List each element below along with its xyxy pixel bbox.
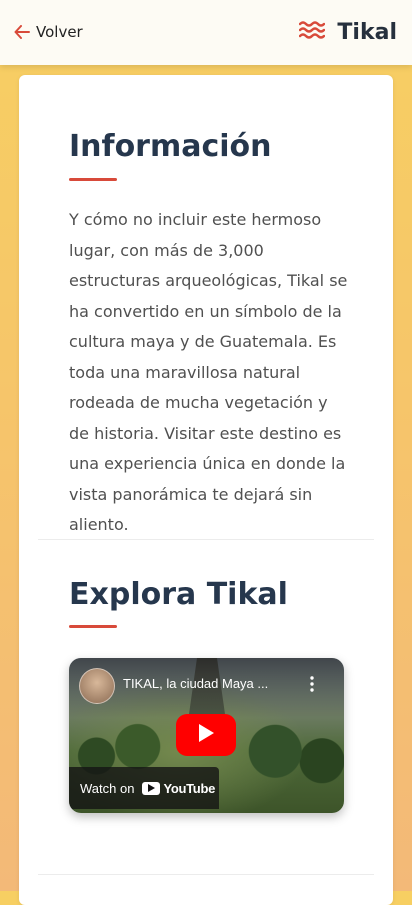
play-button[interactable] <box>176 714 236 756</box>
youtube-logo: YouTube <box>142 781 215 796</box>
waves-icon <box>299 21 326 43</box>
play-icon <box>197 723 215 747</box>
youtube-video-embed[interactable]: TIKAL, la ciudad Maya ... Watch on YouTu… <box>69 658 344 813</box>
section-divider <box>38 539 374 540</box>
watch-on-label: Watch on <box>80 780 135 796</box>
video-title[interactable]: TIKAL, la ciudad Maya ... <box>123 676 303 691</box>
arrow-left-icon <box>14 25 30 39</box>
info-heading: Información <box>69 129 272 164</box>
back-button[interactable]: Volver <box>14 21 83 43</box>
explore-heading: Explora Tikal <box>69 577 288 612</box>
watch-on-youtube-button[interactable]: Watch on YouTube <box>69 767 219 809</box>
section-divider-bottom <box>38 874 374 875</box>
back-label: Volver <box>36 23 83 41</box>
brand-title: Tikal <box>337 19 397 45</box>
info-heading-underline <box>69 178 117 181</box>
channel-avatar[interactable] <box>79 668 115 704</box>
app-header: Volver Tikal <box>0 0 412 65</box>
info-text: Y cómo no incluir este hermoso lugar, co… <box>69 210 348 534</box>
content-card: Información Y cómo no incluir este hermo… <box>19 75 393 905</box>
explore-heading-underline <box>69 625 117 628</box>
brand: Tikal <box>299 17 397 47</box>
youtube-play-icon <box>142 781 161 795</box>
more-options-icon[interactable] <box>310 676 314 696</box>
youtube-wordmark: YouTube <box>163 780 216 796</box>
